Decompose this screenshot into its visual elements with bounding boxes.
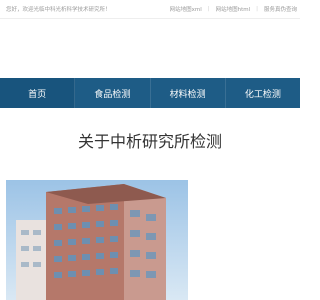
top-links: 网站地图xml | 网站地图html | 服务真伪查询 (170, 5, 297, 13)
divider: | (256, 6, 258, 12)
top-bar: 您好，欢迎光临中科光析科学技术研究所！ 网站地图xml | 网站地图html |… (0, 0, 300, 19)
nav-item-food-testing[interactable]: 食品检测 (75, 78, 151, 108)
nav-item-home[interactable]: 首页 (0, 78, 76, 108)
verify-service-link[interactable]: 服务真伪查询 (264, 5, 297, 13)
nav-item-chemical-testing[interactable]: 化工检测 (226, 78, 300, 108)
page: 您好，欢迎光临中科光析科学技术研究所！ 网站地图xml | 网站地图html |… (0, 0, 300, 300)
main-nav: 首页 食品检测 材料检测 化工检测 (0, 78, 300, 108)
building-photo (6, 180, 188, 300)
welcome-text: 您好，欢迎光临中科光析科学技术研究所！ (6, 7, 111, 13)
divider: | (207, 6, 210, 12)
nav-item-material-testing[interactable]: 材料检测 (151, 78, 226, 108)
sitemap-html-link[interactable]: 网站地图html (216, 5, 251, 13)
sitemap-xml-link[interactable]: 网站地图xml (170, 5, 202, 13)
section-title: 关于中析研究所检测 (77, 132, 222, 151)
